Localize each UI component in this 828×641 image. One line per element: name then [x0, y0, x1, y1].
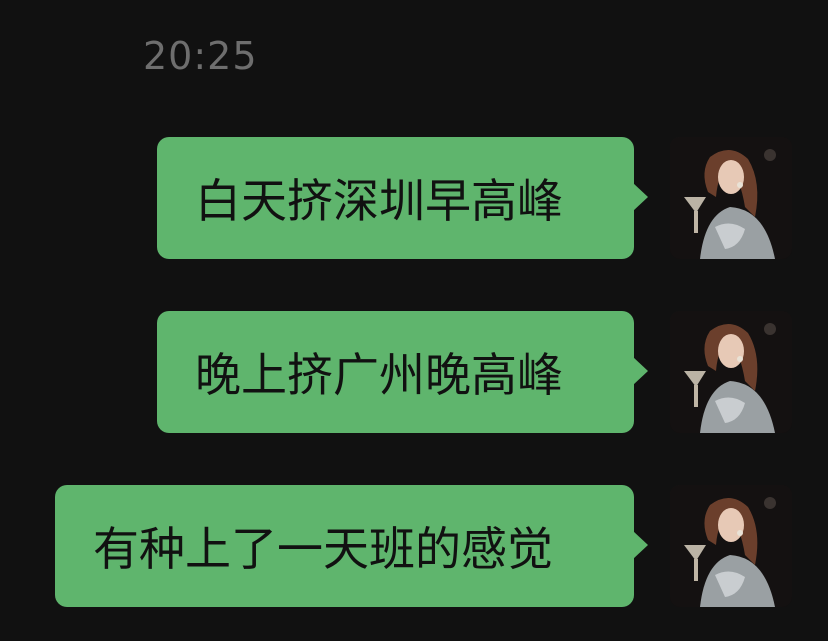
message-text: 晚上挤广州晚高峰: [195, 348, 563, 402]
chat-timestamp: 20:25: [143, 34, 258, 78]
user-avatar-icon[interactable]: [670, 137, 792, 259]
message-text: 白天挤深圳早高峰: [195, 174, 563, 228]
message-bubble[interactable]: 白天挤深圳早高峰: [157, 137, 648, 259]
message-bubble[interactable]: 有种上了一天班的感觉: [55, 485, 648, 607]
message-bubble[interactable]: 晚上挤广州晚高峰: [157, 311, 648, 433]
message-row: 有种上了一天班的感觉: [55, 485, 792, 607]
message-row: 晚上挤广州晚高峰: [157, 311, 792, 433]
user-avatar-icon[interactable]: [670, 311, 792, 433]
message-row: 白天挤深圳早高峰: [157, 137, 792, 259]
user-avatar-icon[interactable]: [670, 485, 792, 607]
message-text: 有种上了一天班的感觉: [93, 522, 553, 576]
